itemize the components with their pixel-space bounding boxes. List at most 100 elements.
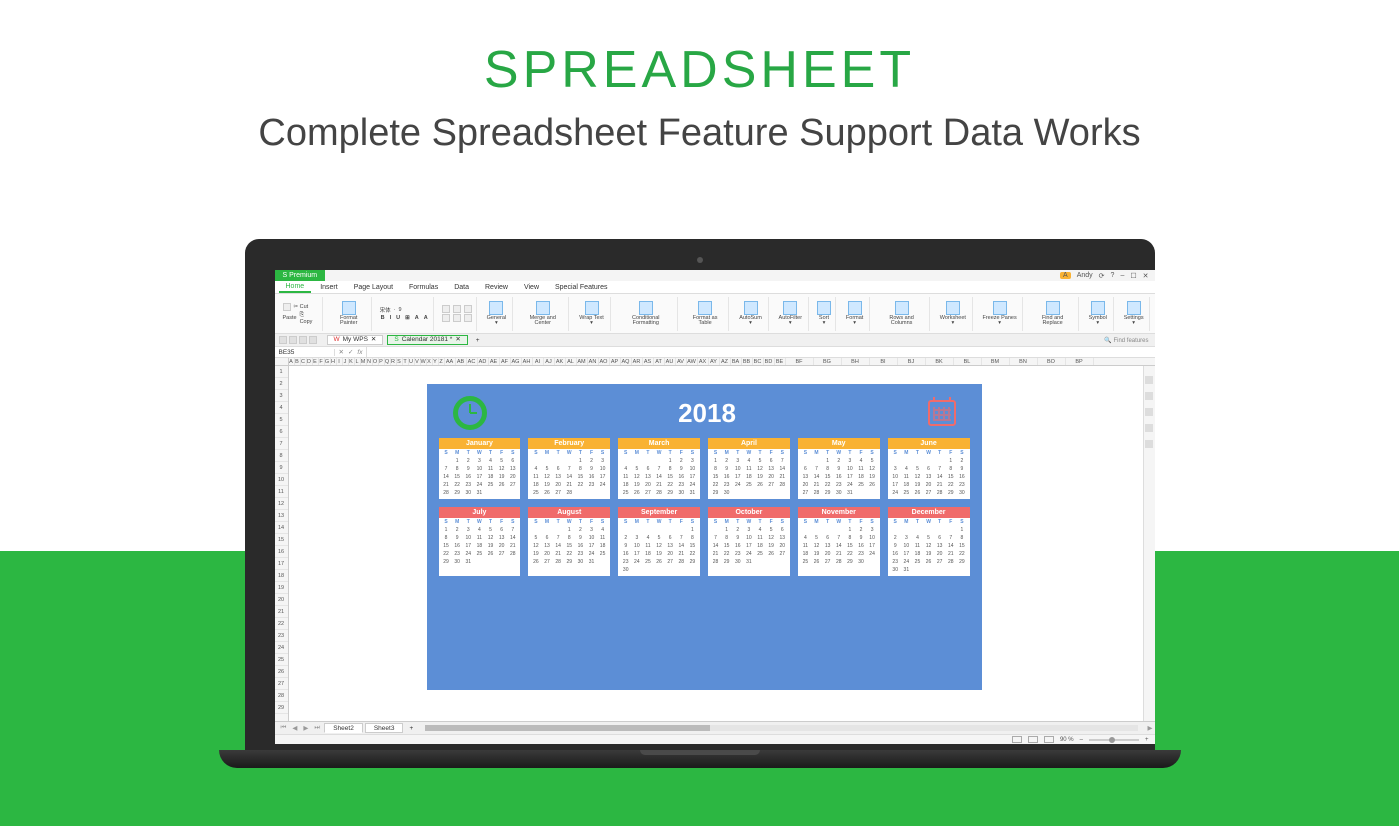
ribbon-symbol[interactable]: Symbol ▾ xyxy=(1083,297,1114,331)
col-header[interactable]: AG xyxy=(511,358,522,365)
formula-bar[interactable] xyxy=(366,347,1154,357)
col-header[interactable]: BH xyxy=(842,358,870,365)
zoom-out-button[interactable]: – xyxy=(1080,737,1083,743)
row-header[interactable]: 8 xyxy=(275,450,288,462)
row-header[interactable]: 5 xyxy=(275,414,288,426)
ribbon-merge-and-center[interactable]: Merge and Center xyxy=(517,297,569,331)
font-size-select[interactable]: 9 xyxy=(398,307,401,313)
col-header[interactable]: AI xyxy=(533,358,544,365)
cancel-formula-icon[interactable]: ✕ xyxy=(339,348,344,356)
font-style-button[interactable]: U xyxy=(395,315,401,321)
col-header[interactable]: BG xyxy=(814,358,842,365)
align-center-icon[interactable] xyxy=(453,305,461,313)
document-tab-active[interactable]: SCalendar 20181 *✕ xyxy=(387,335,467,345)
align-top-icon[interactable] xyxy=(442,314,450,322)
col-header[interactable]: BM xyxy=(982,358,1010,365)
premium-badge[interactable]: S Premium xyxy=(275,270,326,281)
col-header[interactable]: AW xyxy=(687,358,698,365)
row-header[interactable]: 28 xyxy=(275,690,288,702)
menu-tab-review[interactable]: Review xyxy=(478,283,515,292)
menu-tab-formulas[interactable]: Formulas xyxy=(402,283,445,292)
mywps-tab[interactable]: WMy WPS✕ xyxy=(327,335,384,345)
col-header[interactable]: BD xyxy=(764,358,775,365)
row-header[interactable]: 13 xyxy=(275,510,288,522)
row-header[interactable]: 23 xyxy=(275,630,288,642)
col-header[interactable]: AS xyxy=(643,358,654,365)
row-header[interactable]: 26 xyxy=(275,666,288,678)
menu-tab-home[interactable]: Home xyxy=(279,282,312,293)
ribbon-rows-and-columns[interactable]: Rows and Columns xyxy=(874,297,930,331)
col-header[interactable]: AT xyxy=(654,358,665,365)
row-header[interactable]: 17 xyxy=(275,558,288,570)
save-icon[interactable] xyxy=(279,336,287,344)
col-header[interactable]: BL xyxy=(954,358,982,365)
col-header[interactable]: AQ xyxy=(621,358,632,365)
col-header[interactable]: BC xyxy=(753,358,764,365)
font-style-button[interactable]: A xyxy=(423,315,429,321)
sheet-tab-sheet2[interactable]: Sheet2 xyxy=(324,723,363,733)
sidepanel-icon[interactable] xyxy=(1145,392,1153,400)
row-header[interactable]: 11 xyxy=(275,486,288,498)
col-header[interactable]: AP xyxy=(610,358,621,365)
row-header[interactable]: 6 xyxy=(275,426,288,438)
fx-button[interactable]: fx xyxy=(357,349,362,356)
col-header[interactable]: BO xyxy=(1038,358,1066,365)
align-mid-icon[interactable] xyxy=(453,314,461,322)
grid-area[interactable]: 1234567891011121314151617181920212223242… xyxy=(275,366,1155,721)
ribbon-worksheet[interactable]: Worksheet ▾ xyxy=(934,297,973,331)
ribbon-autosum[interactable]: AutoSum ▾ xyxy=(733,297,768,331)
row-header[interactable]: 2 xyxy=(275,378,288,390)
view-normal-icon[interactable] xyxy=(1012,736,1022,743)
close-button[interactable]: ✕ xyxy=(1143,272,1149,280)
ribbon-format-as-table[interactable]: Format as Table xyxy=(682,297,730,331)
col-header[interactable]: AZ xyxy=(720,358,731,365)
col-header[interactable]: AF xyxy=(500,358,511,365)
maximize-button[interactable]: ☐ xyxy=(1130,272,1136,280)
row-header[interactable]: 20 xyxy=(275,594,288,606)
col-header[interactable]: BB xyxy=(742,358,753,365)
scroll-right[interactable]: ▶ xyxy=(1146,724,1155,732)
col-header[interactable]: AH xyxy=(522,358,533,365)
col-header[interactable]: BJ xyxy=(898,358,926,365)
sync-icon[interactable]: ⟳ xyxy=(1099,272,1105,280)
col-header[interactable]: AU xyxy=(665,358,676,365)
find-features-input[interactable]: 🔍 Find features xyxy=(1104,338,1148,344)
col-header[interactable]: AA xyxy=(445,358,456,365)
name-box[interactable]: BE35 xyxy=(275,349,335,356)
font-style-button[interactable]: A xyxy=(414,315,420,321)
col-header[interactable]: AX xyxy=(698,358,709,365)
accept-formula-icon[interactable]: ✓ xyxy=(348,348,353,356)
ribbon-settings[interactable]: Settings ▾ xyxy=(1118,297,1151,331)
ribbon-sort[interactable]: Sort ▾ xyxy=(813,297,836,331)
zoom-level[interactable]: 90 % xyxy=(1060,737,1074,743)
sidepanel-icon[interactable] xyxy=(1145,440,1153,448)
paste-button[interactable]: Paste xyxy=(283,315,297,321)
col-header[interactable]: BP xyxy=(1066,358,1094,365)
row-header[interactable]: 10 xyxy=(275,474,288,486)
sheet-nav-next[interactable]: ▶ xyxy=(301,724,310,732)
col-header[interactable]: AE xyxy=(489,358,500,365)
font-style-button[interactable]: I xyxy=(389,315,393,321)
align-bot-icon[interactable] xyxy=(464,314,472,322)
col-header[interactable]: AN xyxy=(588,358,599,365)
col-header[interactable]: AV xyxy=(676,358,687,365)
col-header[interactable]: BE xyxy=(775,358,786,365)
copy-button[interactable]: ⎘ Copy xyxy=(300,312,318,325)
ribbon-autofilter[interactable]: AutoFilter ▾ xyxy=(773,297,809,331)
print-icon[interactable] xyxy=(289,336,297,344)
row-header[interactable]: 16 xyxy=(275,546,288,558)
ribbon-freeze-panes[interactable]: Freeze Panes ▾ xyxy=(977,297,1024,331)
font-name-select[interactable]: 宋体 xyxy=(380,306,391,314)
sidepanel-icon[interactable] xyxy=(1145,376,1153,384)
sheet-nav-first[interactable]: ⏮ xyxy=(279,724,289,732)
col-header[interactable]: AB xyxy=(456,358,467,365)
row-header[interactable]: 24 xyxy=(275,642,288,654)
col-header[interactable]: BF xyxy=(786,358,814,365)
row-header[interactable]: 18 xyxy=(275,570,288,582)
zoom-slider[interactable] xyxy=(1089,739,1139,741)
undo-icon[interactable] xyxy=(299,336,307,344)
view-pagebreak-icon[interactable] xyxy=(1028,736,1038,743)
col-header[interactable]: BA xyxy=(731,358,742,365)
row-header[interactable]: 19 xyxy=(275,582,288,594)
row-header[interactable]: 27 xyxy=(275,678,288,690)
